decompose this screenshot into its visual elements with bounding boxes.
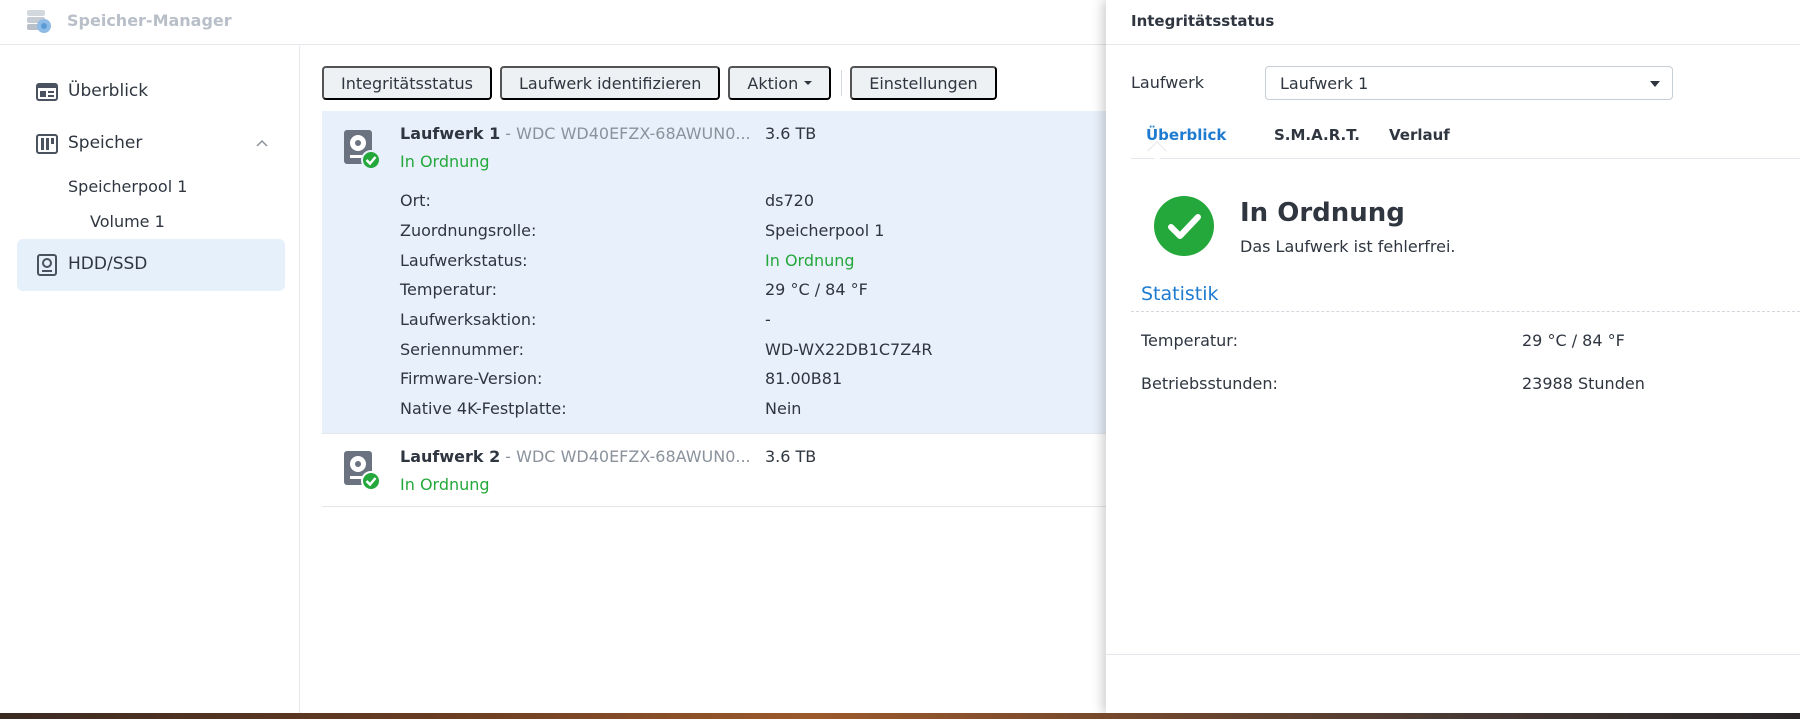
detail-value: In Ordnung bbox=[765, 251, 855, 270]
detail-value: - bbox=[765, 310, 771, 329]
overview-icon bbox=[36, 83, 58, 101]
tab-history[interactable]: Verlauf bbox=[1389, 126, 1450, 144]
app-title: Speicher-Manager bbox=[67, 11, 232, 30]
detail-value: Speicherpool 1 bbox=[765, 221, 885, 240]
detail-label: Laufwerksaktion: bbox=[400, 310, 537, 329]
sidebar-item-storage[interactable]: Speicher bbox=[17, 118, 285, 170]
sidebar-item-storage-pool-1[interactable]: Speicherpool 1 bbox=[68, 177, 187, 196]
stat-label: Betriebsstunden: bbox=[1141, 374, 1278, 393]
drive-status: In Ordnung bbox=[400, 475, 490, 494]
drive-status: In Ordnung bbox=[400, 152, 490, 171]
drive-select[interactable]: Laufwerk 1 bbox=[1265, 66, 1673, 100]
sidebar-item-label: Überblick bbox=[68, 81, 149, 101]
panel-title: Integritätsstatus bbox=[1131, 12, 1275, 30]
detail-label: Firmware-Version: bbox=[400, 369, 543, 388]
detail-value: 29 °C / 84 °F bbox=[765, 280, 868, 299]
tab-smart[interactable]: S.M.A.R.T. bbox=[1274, 126, 1360, 144]
section-divider bbox=[1131, 311, 1800, 312]
stat-value: 29 °C / 84 °F bbox=[1522, 331, 1625, 350]
drive-row-2[interactable]: Laufwerk 2 - WDC WD40EFZX-68AWUN0... 3.6… bbox=[322, 435, 1112, 507]
detail-label: Temperatur: bbox=[400, 280, 497, 299]
storage-icon bbox=[36, 134, 58, 154]
drive-size: 3.6 TB bbox=[765, 447, 817, 466]
title-bar: Speicher-Manager bbox=[0, 0, 1110, 45]
drive-select-value: Laufwerk 1 bbox=[1280, 74, 1369, 93]
detail-label: Laufwerkstatus: bbox=[400, 251, 528, 270]
sidebar: Überblick Speicher Speicherpool 1 Volume… bbox=[0, 46, 300, 713]
drive-title: Laufwerk 1 - WDC WD40EFZX-68AWUN0... bbox=[400, 124, 751, 143]
drive-model: - WDC WD40EFZX-68AWUN0... bbox=[500, 124, 751, 143]
desktop-wallpaper bbox=[0, 713, 1800, 719]
drive-name: Laufwerk 1 bbox=[400, 124, 501, 143]
drive-icon bbox=[37, 254, 57, 276]
drive-row-1[interactable]: Laufwerk 1 - WDC WD40EFZX-68AWUN0... 3.6… bbox=[322, 111, 1112, 434]
panel-footer bbox=[1106, 654, 1800, 655]
sidebar-item-hdd-ssd[interactable]: HDD/SSD bbox=[17, 239, 285, 291]
action-menu-button[interactable]: Aktion bbox=[728, 66, 832, 100]
sidebar-item-label: HDD/SSD bbox=[68, 254, 148, 274]
detail-value: ds720 bbox=[765, 191, 815, 210]
stat-value: 23988 Stunden bbox=[1522, 374, 1645, 393]
drive-title: Laufwerk 2 - WDC WD40EFZX-68AWUN0... bbox=[400, 447, 751, 466]
settings-button[interactable]: Einstellungen bbox=[850, 66, 997, 100]
detail-label: Native 4K-Festplatte: bbox=[400, 399, 567, 418]
detail-label: Zuordnungsrolle: bbox=[400, 221, 537, 240]
detail-value: 81.00B81 bbox=[765, 369, 843, 388]
health-status-panel: Integritätsstatus Laufwerk Laufwerk 1 Üb… bbox=[1106, 0, 1800, 713]
storage-manager-app-icon bbox=[27, 10, 51, 33]
health-status-button[interactable]: Integritätsstatus bbox=[322, 66, 493, 100]
detail-value: WD-WX22DB1C7Z4R bbox=[765, 340, 933, 359]
sidebar-item-volume-1[interactable]: Volume 1 bbox=[90, 212, 165, 231]
detail-value: Nein bbox=[765, 399, 802, 418]
drive-model: - WDC WD40EFZX-68AWUN0... bbox=[500, 447, 751, 466]
panel-header: Integritätsstatus bbox=[1106, 0, 1800, 45]
sidebar-item-overview[interactable]: Überblick bbox=[17, 66, 285, 118]
stat-label: Temperatur: bbox=[1141, 331, 1238, 350]
action-menu-label: Aktion bbox=[747, 73, 799, 93]
drive-size: 3.6 TB bbox=[765, 124, 817, 143]
drive-select-label: Laufwerk bbox=[1131, 73, 1204, 92]
sidebar-item-label: Speicher bbox=[68, 133, 143, 153]
health-status-description: Das Laufwerk ist fehlerfrei. bbox=[1240, 237, 1456, 256]
toolbar: Integritätsstatus Laufwerk identifiziere… bbox=[322, 66, 1005, 100]
chevron-up-icon[interactable] bbox=[255, 136, 269, 150]
check-circle-icon bbox=[1154, 196, 1214, 256]
identify-drive-button[interactable]: Laufwerk identifizieren bbox=[500, 66, 721, 100]
toolbar-separator bbox=[841, 70, 843, 96]
caret-down-icon bbox=[804, 81, 813, 85]
detail-label: Seriennummer: bbox=[400, 340, 524, 359]
health-status-title: In Ordnung bbox=[1240, 198, 1405, 228]
hdd-healthy-icon bbox=[344, 451, 380, 491]
drive-name: Laufwerk 2 bbox=[400, 447, 501, 466]
storage-manager-window: Speicher-Manager Überblick Speicher Spei… bbox=[0, 0, 1800, 713]
detail-label: Ort: bbox=[400, 191, 431, 210]
dropdown-caret-icon bbox=[1650, 81, 1660, 87]
statistics-heading: Statistik bbox=[1141, 283, 1219, 305]
hdd-healthy-icon bbox=[344, 130, 380, 170]
panel-tabs: Überblick S.M.A.R.T. Verlauf bbox=[1131, 113, 1800, 159]
